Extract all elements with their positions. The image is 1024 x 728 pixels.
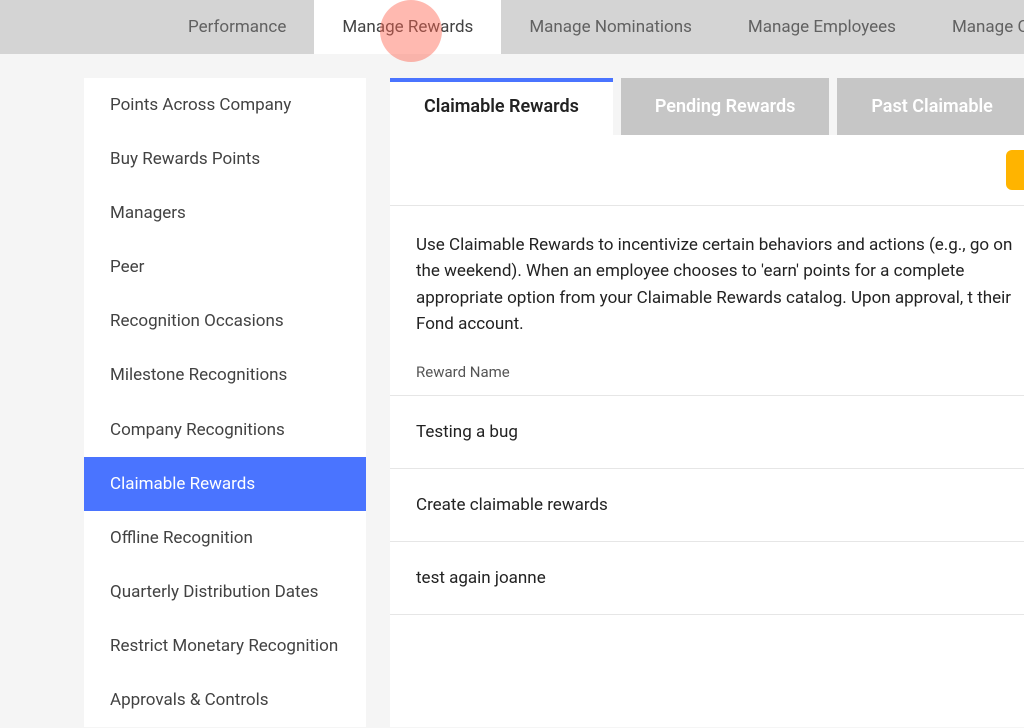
- nav-performance[interactable]: Performance: [160, 0, 314, 54]
- nav-manage-rewards[interactable]: Manage Rewards: [314, 0, 501, 54]
- sidebar-item-approvals-controls[interactable]: Approvals & Controls: [84, 673, 366, 727]
- sidebar-item-managers[interactable]: Managers: [84, 186, 366, 240]
- sidebar-item-recognition-occasions[interactable]: Recognition Occasions: [84, 294, 366, 348]
- description-text: Use Claimable Rewards to incentivize cer…: [390, 206, 1024, 363]
- sidebar-item-buy-rewards-points[interactable]: Buy Rewards Points: [84, 132, 366, 186]
- create-button[interactable]: [1006, 150, 1024, 190]
- top-navigation: Performance Manage Rewards Manage Nomina…: [0, 0, 1024, 54]
- nav-manage-catalog[interactable]: Manage Ca: [924, 0, 1024, 54]
- sidebar-item-offline-recognition[interactable]: Offline Recognition: [84, 511, 366, 565]
- sidebar-item-peer[interactable]: Peer: [84, 240, 366, 294]
- nav-manage-nominations[interactable]: Manage Nominations: [501, 0, 720, 54]
- sidebar-item-claimable-rewards[interactable]: Claimable Rewards: [84, 457, 366, 511]
- sidebar-item-company-recognitions[interactable]: Company Recognitions: [84, 403, 366, 457]
- tab-claimable-rewards[interactable]: Claimable Rewards: [390, 78, 613, 135]
- column-header-reward-name: Reward Name: [390, 363, 1024, 395]
- table-row[interactable]: Create claimable rewards: [390, 469, 1024, 542]
- sidebar-item-milestone-recognitions[interactable]: Milestone Recognitions: [84, 348, 366, 402]
- sidebar-item-restrict-monetary-recognition[interactable]: Restrict Monetary Recognition: [84, 619, 366, 673]
- tab-past-claimable[interactable]: Past Claimable: [837, 78, 1024, 135]
- tab-pending-rewards[interactable]: Pending Rewards: [621, 78, 830, 135]
- sidebar-item-points-across-company[interactable]: Points Across Company: [84, 78, 366, 132]
- sidebar: Points Across Company Buy Rewards Points…: [84, 78, 366, 727]
- content-tabs: Claimable Rewards Pending Rewards Past C…: [390, 78, 1024, 135]
- nav-manage-employees[interactable]: Manage Employees: [720, 0, 924, 54]
- main-content: Claimable Rewards Pending Rewards Past C…: [390, 78, 1024, 727]
- sidebar-item-quarterly-distribution-dates[interactable]: Quarterly Distribution Dates: [84, 565, 366, 619]
- table-row[interactable]: test again joanne: [390, 542, 1024, 615]
- table-row[interactable]: Testing a bug: [390, 396, 1024, 469]
